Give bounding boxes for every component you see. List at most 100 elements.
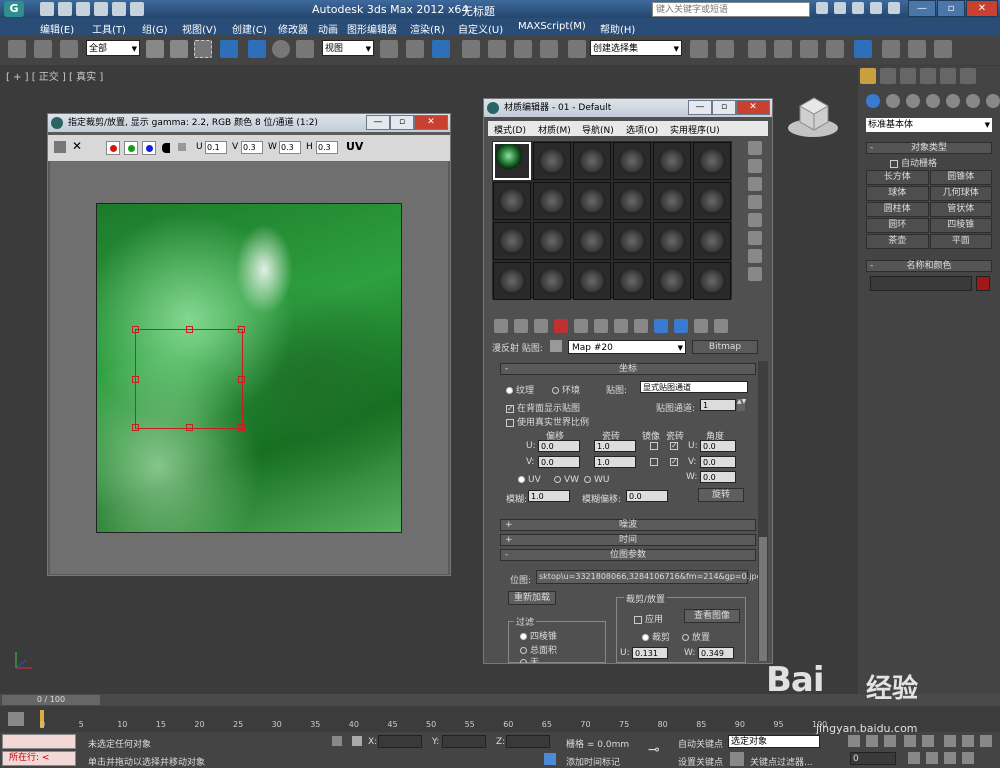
new-file-icon[interactable] [40,2,54,16]
blur-offset-field[interactable]: 0.0 [626,490,668,502]
background-icon[interactable] [748,177,762,191]
sample-slot[interactable] [693,142,731,180]
video-color-check-icon[interactable] [748,213,762,227]
mat-editor-scroll-thumb[interactable] [759,537,767,661]
geometry-icon[interactable] [866,94,880,108]
backlight-icon[interactable] [748,159,762,173]
viewcube-icon[interactable] [786,92,840,140]
curve-editor-icon[interactable] [800,40,818,58]
object-color-swatch[interactable] [976,276,990,291]
v-angle-field[interactable]: 0.0 [700,456,736,468]
crop-handle[interactable] [238,326,245,333]
reference-coord-dropdown[interactable]: 视图 [322,40,374,57]
bitmap-path-button[interactable]: sktop\u=3321808066,3284106716&fm=214&gp=… [536,570,762,584]
u-mirror-checkbox[interactable] [650,441,661,451]
box-button[interactable]: 长方体 [866,170,929,185]
place-radio[interactable]: 放置 [682,630,710,643]
rendered-frame-window-icon[interactable] [908,40,926,58]
time-slider[interactable]: 0 / 100 [2,695,100,705]
open-file-icon[interactable] [58,2,72,16]
show-map-back-checkbox[interactable]: ✓ 在背面显示贴图 [506,401,580,414]
select-manipulate-icon[interactable] [406,40,424,58]
map-channel-field[interactable]: 1 [700,399,736,411]
red-channel-toggle[interactable] [106,141,120,155]
sample-slot[interactable] [613,262,651,300]
auto-key-button[interactable]: 自动关键点 [678,737,723,750]
schematic-view-icon[interactable] [826,40,844,58]
pivot-center-icon[interactable] [380,40,398,58]
options-icon[interactable] [748,249,762,263]
bitmap-params-rollout[interactable]: - 位图参数 [500,549,756,561]
menu-customize[interactable]: 自定义(U) [458,21,503,36]
scale-icon[interactable] [296,40,314,58]
time-tag-icon[interactable] [544,753,556,765]
sample-slot[interactable] [653,262,691,300]
sample-slot[interactable] [573,222,611,260]
get-material-icon[interactable] [494,319,508,333]
assign-material-icon[interactable] [534,319,548,333]
rect-selection-icon[interactable] [194,40,212,58]
sample-slot[interactable] [693,222,731,260]
sphere-button[interactable]: 球体 [866,186,929,201]
sample-slot-active[interactable] [493,142,531,180]
name-color-rollout[interactable]: - 名称和颜色 [866,260,992,272]
uv-toggle[interactable]: UV [346,140,363,153]
selection-filter-dropdown[interactable]: 全部 [86,40,140,57]
help-search-input[interactable]: 键入关键字或短语 [652,2,810,17]
menu-help[interactable]: 帮助(H) [600,21,635,36]
menu-modifiers[interactable]: 修改器 [278,21,308,36]
redo-icon[interactable] [112,2,126,16]
uv-tiling-icon[interactable] [748,195,762,209]
w-angle-field[interactable]: 0.0 [700,471,736,483]
y-coordinate-field[interactable] [442,735,486,748]
sample-slot[interactable] [653,142,691,180]
menu-graph-editors[interactable]: 图形编辑器 [347,21,397,36]
render-setup-icon[interactable] [882,40,900,58]
v-tiling-field[interactable]: 1.0 [594,456,636,468]
crop-handle[interactable] [186,326,193,333]
map-type-button[interactable]: Bitmap [692,340,758,354]
restore-button[interactable]: ▫ [937,0,965,17]
crop-window-close[interactable]: ✕ [414,115,448,130]
sample-slot[interactable] [653,222,691,260]
vw-radio[interactable]: VW [554,475,579,485]
show-map-icon[interactable] [654,319,668,333]
add-time-tag[interactable]: 添加时间标记 [566,755,620,768]
cylinder-button[interactable]: 圆柱体 [866,202,929,217]
angle-snap-icon[interactable] [488,40,506,58]
edit-named-sets-icon[interactable] [568,40,586,58]
print-icon[interactable] [54,141,66,153]
mat-editor-close[interactable]: ✕ [736,100,770,115]
mono-icon[interactable] [178,143,186,151]
crop-window-maximize[interactable]: ▫ [390,115,414,130]
shapes-icon[interactable] [886,94,900,108]
sample-slot[interactable] [573,262,611,300]
material-id-icon[interactable] [634,319,648,333]
key-icon[interactable] [834,2,846,14]
u-tiling-field[interactable]: 1.0 [594,440,636,452]
sample-slot[interactable] [533,222,571,260]
noise-rollout[interactable]: + 噪波 [500,519,756,531]
uv-radio[interactable]: UV [518,475,541,485]
percent-snap-icon[interactable] [514,40,532,58]
go-forward-sibling-icon[interactable] [714,319,728,333]
menu-tools[interactable]: 工具(T) [92,21,126,36]
menu-maxscript[interactable]: MAXScript(M) [518,21,586,32]
go-to-parent-icon[interactable] [694,319,708,333]
u-angle-field[interactable]: 0.0 [700,440,736,452]
menu-animation[interactable]: 动画 [318,21,338,36]
real-world-checkbox[interactable]: 使用真实世界比例 [506,415,589,428]
hierarchy-tab-icon[interactable] [900,68,916,84]
map-channel-spinner[interactable]: ▲▼ [737,399,746,411]
reset-map-icon[interactable] [554,319,568,333]
wrench-icon[interactable] [852,2,864,14]
project-folder-icon[interactable] [130,2,144,16]
reload-button[interactable]: 重新加载 [508,591,556,605]
rotate-button[interactable]: 旋转 [698,488,744,502]
sample-slot[interactable] [493,262,531,300]
crop-handle[interactable] [132,326,139,333]
rotate-icon[interactable] [272,40,290,58]
select-by-material-icon[interactable] [748,267,762,281]
bind-spacewarp-icon[interactable] [60,40,78,58]
u-field[interactable]: 0.1 [205,141,227,154]
